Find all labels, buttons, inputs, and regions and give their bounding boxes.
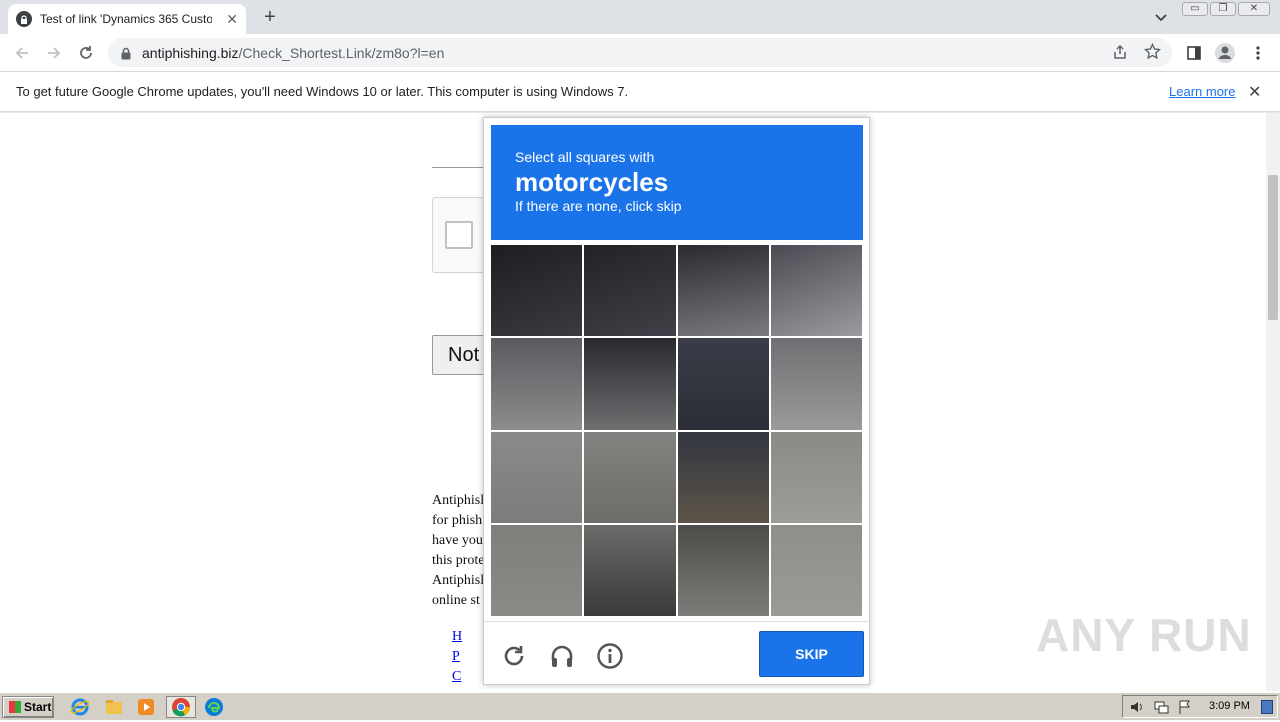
headphones-icon[interactable] (548, 642, 576, 670)
tab-title: Test of link 'Dynamics 365 Customer (40, 12, 212, 26)
tab-favicon-icon (16, 11, 32, 27)
captcha-tile[interactable] (491, 524, 583, 616)
address-bar[interactable]: antiphishing.biz/Check_Shortest.Link/zm8… (108, 38, 1172, 67)
refresh-icon[interactable] (500, 642, 528, 670)
action-center-flag-icon[interactable] (1177, 699, 1193, 720)
captcha-challenge-popup: Select all squares with motorcycles If t… (483, 117, 871, 685)
browser-toolbar: antiphishing.biz/Check_Shortest.Link/zm8… (0, 34, 1280, 72)
update-infobar: To get future Google Chrome updates, you… (0, 72, 1280, 112)
lock-icon[interactable] (120, 47, 132, 59)
captcha-tile[interactable] (770, 245, 862, 337)
captcha-tile[interactable] (677, 524, 769, 616)
network-icon[interactable] (1153, 699, 1169, 720)
learn-more-link[interactable]: Learn more (1169, 84, 1235, 99)
anyrun-watermark: ANY RUN (1036, 609, 1252, 661)
infobar-close-icon[interactable]: ✕ (1248, 82, 1261, 102)
menu-icon[interactable] (1246, 41, 1270, 65)
captcha-tile[interactable] (677, 431, 769, 523)
browser-tab[interactable]: Test of link 'Dynamics 365 Customer ✕ (8, 4, 246, 34)
edge-icon[interactable] (204, 697, 226, 717)
scrollbar-thumb[interactable] (1268, 175, 1278, 320)
captcha-instruction: Select all squares with (515, 149, 655, 165)
recaptcha-checkbox[interactable] (445, 221, 473, 249)
tab-search-icon[interactable] (1152, 8, 1170, 26)
minimize-button[interactable]: ▭ (1182, 2, 1208, 16)
captcha-tile[interactable] (677, 245, 769, 337)
captcha-tile[interactable] (584, 431, 676, 523)
new-tab-button[interactable]: + (258, 6, 282, 28)
chrome-taskbar-icon[interactable] (166, 696, 196, 718)
profile-icon[interactable] (1213, 41, 1237, 65)
windows-flag-icon (9, 701, 21, 713)
captcha-tile[interactable] (491, 245, 583, 337)
system-tray: 3:09 PM (1122, 695, 1278, 718)
taskbar: Start 3:09 PM (0, 692, 1280, 720)
captcha-tile[interactable] (584, 338, 676, 430)
captcha-tile[interactable] (584, 524, 676, 616)
captcha-keyword: motorcycles (515, 167, 669, 197)
star-icon[interactable] (1143, 42, 1162, 65)
tab-close-icon[interactable]: ✕ (226, 11, 238, 28)
url-path: /Check_Shortest.Link/zm8o?l=en (238, 44, 445, 61)
show-desktop-icon[interactable] (1261, 700, 1273, 714)
tab-strip: Test of link 'Dynamics 365 Customer ✕ + … (0, 0, 1280, 34)
taskbar-clock[interactable]: 3:09 PM (1209, 700, 1250, 712)
captcha-hint: If there are none, click skip (515, 198, 682, 214)
page-scrollbar[interactable] (1266, 113, 1280, 691)
share-icon[interactable] (1112, 44, 1128, 65)
infobar-message: To get future Google Chrome updates, you… (16, 84, 629, 99)
info-icon[interactable] (596, 642, 624, 670)
skip-button[interactable]: SKIP (759, 631, 864, 677)
url-host: antiphishing.biz (142, 44, 239, 61)
back-icon[interactable] (10, 41, 34, 65)
captcha-tile[interactable] (584, 245, 676, 337)
window-close-button[interactable]: ✕ (1238, 2, 1270, 16)
captcha-tile[interactable] (677, 338, 769, 430)
captcha-tile[interactable] (770, 431, 862, 523)
media-player-icon[interactable] (136, 697, 158, 717)
captcha-footer: SKIP (484, 621, 871, 685)
sidepanel-icon[interactable] (1182, 41, 1206, 65)
explorer-icon[interactable] (104, 697, 126, 717)
captcha-tile[interactable] (491, 431, 583, 523)
captcha-tile[interactable] (491, 338, 583, 430)
captcha-header: Select all squares with motorcycles If t… (491, 125, 863, 240)
volume-icon[interactable] (1129, 699, 1145, 720)
reload-icon[interactable] (74, 41, 98, 65)
captcha-image-grid (491, 245, 862, 616)
captcha-tile[interactable] (770, 338, 862, 430)
captcha-tile[interactable] (770, 524, 862, 616)
start-button[interactable]: Start (2, 696, 54, 718)
start-label: Start (24, 700, 52, 714)
restore-button[interactable]: ❐ (1210, 2, 1236, 16)
ie-icon[interactable] (70, 697, 92, 717)
forward-icon[interactable] (42, 41, 66, 65)
